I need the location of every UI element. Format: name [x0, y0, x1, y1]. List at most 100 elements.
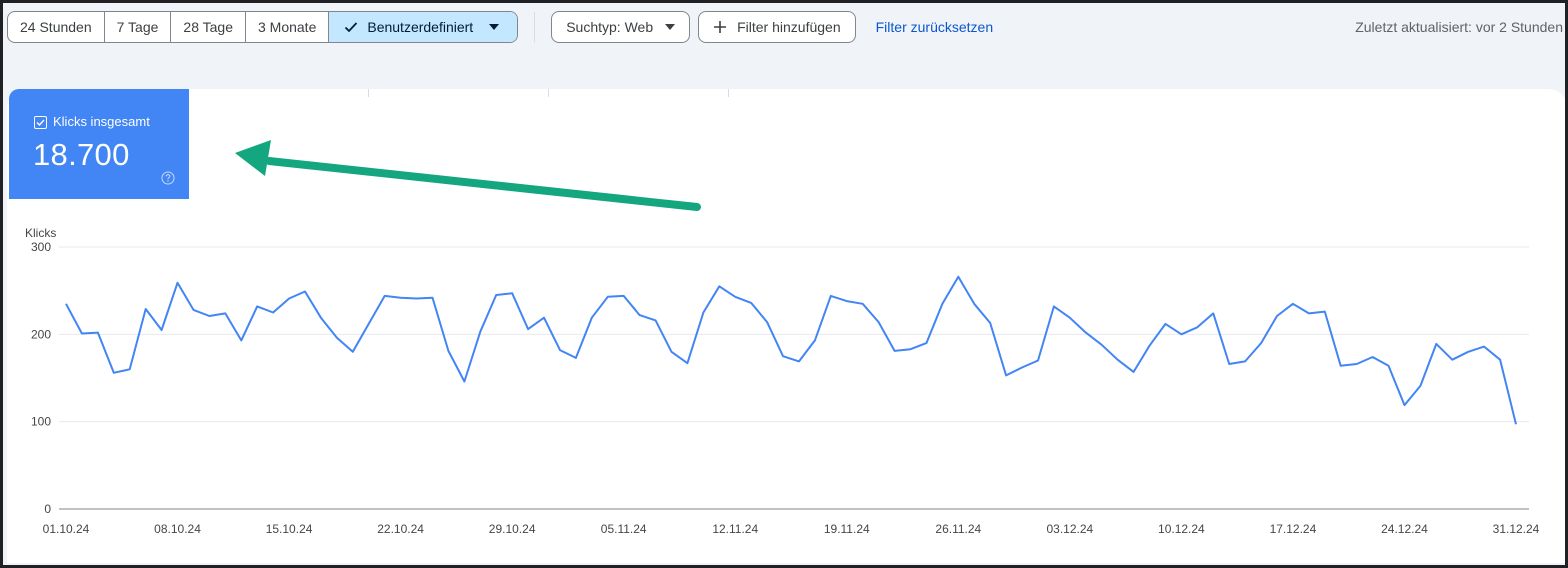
- data-point[interactable]: [525, 326, 531, 332]
- data-point[interactable]: [302, 289, 308, 295]
- data-point[interactable]: [621, 293, 627, 299]
- data-point[interactable]: [1258, 340, 1264, 346]
- data-point[interactable]: [111, 370, 117, 376]
- data-point[interactable]: [637, 312, 643, 318]
- data-point[interactable]: [445, 348, 451, 354]
- data-point[interactable]: [1242, 358, 1248, 364]
- data-point[interactable]: [382, 293, 388, 299]
- data-point[interactable]: [971, 301, 977, 307]
- data-point[interactable]: [844, 298, 850, 304]
- data-point[interactable]: [286, 296, 292, 302]
- data-point[interactable]: [206, 313, 212, 319]
- data-point[interactable]: [1274, 313, 1280, 319]
- data-point[interactable]: [876, 319, 882, 325]
- data-point[interactable]: [238, 337, 244, 343]
- data-point[interactable]: [477, 329, 483, 335]
- data-point[interactable]: [892, 348, 898, 354]
- data-point[interactable]: [1194, 324, 1200, 330]
- data-point[interactable]: [127, 366, 133, 372]
- data-point[interactable]: [780, 353, 786, 359]
- data-point[interactable]: [222, 310, 228, 316]
- data-point[interactable]: [732, 294, 738, 300]
- data-point[interactable]: [1449, 357, 1455, 363]
- data-point[interactable]: [589, 315, 595, 321]
- data-point[interactable]: [1178, 331, 1184, 337]
- reset-filter-link[interactable]: Filter zurücksetzen: [876, 19, 993, 35]
- data-point[interactable]: [1354, 361, 1360, 367]
- data-point[interactable]: [860, 301, 866, 307]
- data-point[interactable]: [366, 321, 372, 327]
- data-point[interactable]: [1338, 363, 1344, 369]
- data-point[interactable]: [1290, 301, 1296, 307]
- data-point[interactable]: [955, 274, 961, 280]
- data-point[interactable]: [1083, 330, 1089, 336]
- range-28d-button[interactable]: 28 Tage: [171, 12, 246, 42]
- data-point[interactable]: [318, 315, 324, 321]
- range-custom-button[interactable]: Benutzerdefiniert: [329, 12, 518, 42]
- data-point[interactable]: [334, 335, 340, 341]
- data-point[interactable]: [1003, 372, 1009, 378]
- data-point[interactable]: [79, 330, 85, 336]
- data-point[interactable]: [700, 310, 706, 316]
- data-point[interactable]: [908, 346, 914, 352]
- data-point[interactable]: [923, 340, 929, 346]
- data-point[interactable]: [95, 330, 101, 336]
- data-point[interactable]: [63, 301, 69, 307]
- data-point[interactable]: [939, 301, 945, 307]
- data-point[interactable]: [796, 358, 802, 364]
- add-filter-button[interactable]: Filter hinzufügen: [698, 11, 856, 43]
- range-3m-button[interactable]: 3 Monate: [246, 12, 330, 42]
- data-point[interactable]: [1401, 402, 1407, 408]
- data-point[interactable]: [1433, 341, 1439, 347]
- data-point[interactable]: [987, 320, 993, 326]
- data-point[interactable]: [143, 306, 149, 312]
- data-point[interactable]: [1067, 315, 1073, 321]
- data-point[interactable]: [1481, 344, 1487, 350]
- data-point[interactable]: [1226, 361, 1232, 367]
- range-24h-button[interactable]: 24 Stunden: [8, 12, 105, 42]
- data-point[interactable]: [541, 315, 547, 321]
- data-point[interactable]: [1162, 321, 1168, 327]
- data-point[interactable]: [175, 280, 181, 286]
- data-point[interactable]: [573, 355, 579, 361]
- range-7d-button[interactable]: 7 Tage: [105, 12, 172, 42]
- data-point[interactable]: [653, 317, 659, 323]
- search-type-dropdown[interactable]: Suchtyp: Web: [551, 11, 691, 43]
- data-point[interactable]: [190, 307, 196, 313]
- data-point[interactable]: [557, 347, 563, 353]
- data-point[interactable]: [1370, 354, 1376, 360]
- data-point[interactable]: [1497, 357, 1503, 363]
- data-point[interactable]: [1465, 349, 1471, 355]
- data-point[interactable]: [159, 327, 165, 333]
- data-point[interactable]: [1035, 358, 1041, 364]
- data-point[interactable]: [429, 295, 435, 301]
- data-point[interactable]: [254, 303, 260, 309]
- data-point[interactable]: [270, 310, 276, 316]
- data-point[interactable]: [812, 337, 818, 343]
- data-point[interactable]: [493, 292, 499, 298]
- data-point[interactable]: [1417, 383, 1423, 389]
- data-point[interactable]: [398, 295, 404, 301]
- data-point[interactable]: [350, 349, 356, 355]
- data-point[interactable]: [684, 360, 690, 366]
- data-point[interactable]: [1131, 369, 1137, 375]
- data-point[interactable]: [764, 319, 770, 325]
- data-point[interactable]: [1115, 357, 1121, 363]
- data-point[interactable]: [1147, 343, 1153, 349]
- data-point[interactable]: [1322, 309, 1328, 315]
- data-point[interactable]: [1099, 342, 1105, 348]
- data-point[interactable]: [1051, 303, 1057, 309]
- data-point[interactable]: [716, 283, 722, 289]
- data-point[interactable]: [605, 294, 611, 300]
- data-point[interactable]: [1513, 421, 1519, 427]
- data-point[interactable]: [1386, 363, 1392, 369]
- data-point[interactable]: [414, 296, 420, 302]
- data-point[interactable]: [828, 293, 834, 299]
- data-point[interactable]: [1210, 310, 1216, 316]
- data-point[interactable]: [461, 378, 467, 384]
- data-point[interactable]: [1306, 310, 1312, 316]
- data-point[interactable]: [509, 290, 515, 296]
- data-point[interactable]: [748, 300, 754, 306]
- data-point[interactable]: [1019, 365, 1025, 371]
- data-point[interactable]: [668, 349, 674, 355]
